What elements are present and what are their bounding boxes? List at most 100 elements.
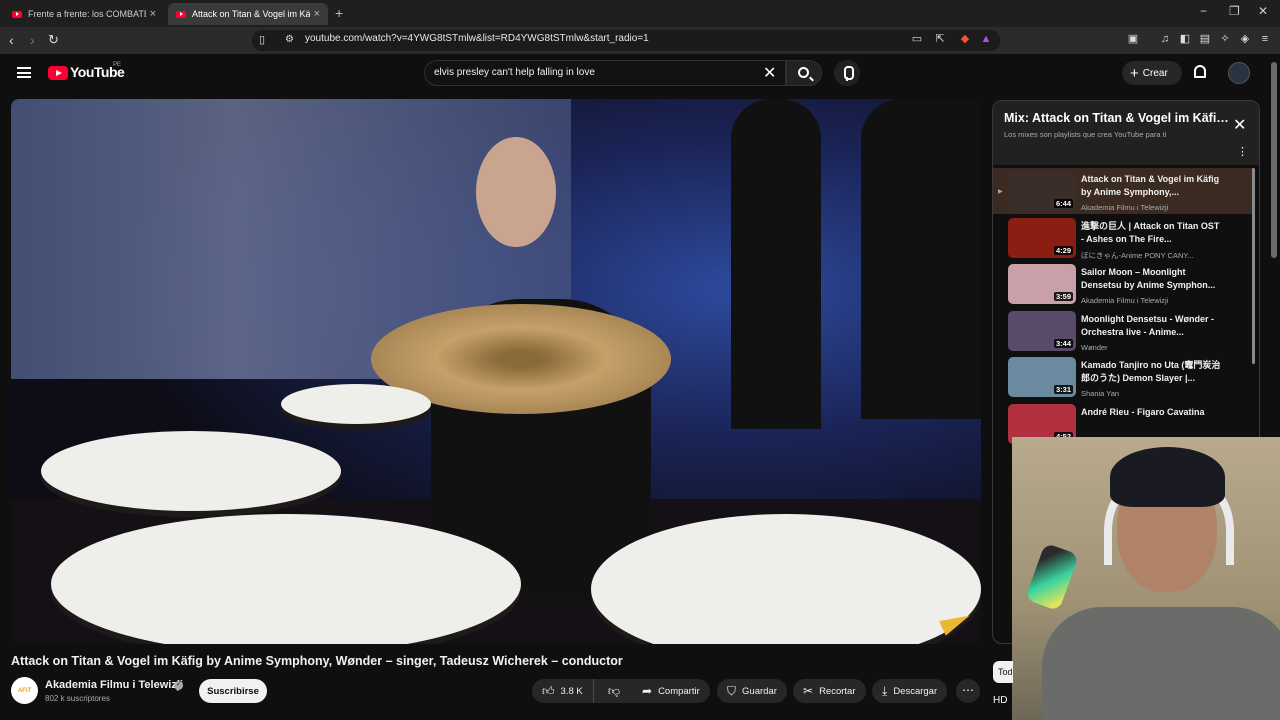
video-thumbnail[interactable]: 3:44 (1008, 310, 1076, 351)
like-count: 3.8 K (560, 685, 583, 697)
country-code: PE (113, 62, 122, 68)
account-avatar[interactable] (1228, 62, 1250, 84)
url-text[interactable]: youtube.com/watch?v=4YWG8tSTmlw&list=RD4… (305, 33, 649, 44)
more-actions-icon[interactable]: ⋯ (956, 679, 980, 703)
share-page-icon[interactable]: ⇱ (933, 32, 947, 46)
forward-icon[interactable]: › (30, 32, 35, 48)
clip-button[interactable]: ✂ Recortar (793, 679, 866, 703)
playlist-item[interactable]: 3:44 Moonlight Densetsu - Wønder - Orches… (993, 308, 1255, 354)
brave-shield-icon[interactable]: ◆ (958, 32, 972, 46)
playlist-item-title[interactable]: Kamado Tanjiro no Uta (竈門炭治郎のうた) Demon S… (1081, 359, 1221, 385)
search-button[interactable] (786, 60, 822, 86)
playlist-scrollbar[interactable] (1252, 168, 1255, 364)
share-icon: ➦ (642, 684, 653, 698)
playlist-item-title[interactable]: Attack on Titan & Vogel im Käfig by Anim… (1081, 173, 1221, 199)
back-icon[interactable]: ‹ (9, 32, 14, 48)
playlist-title[interactable]: Mix: Attack on Titan & Vogel im Käfig by… (1004, 111, 1229, 125)
playlist-header: Mix: Attack on Titan & Vogel im Käfig by… (993, 101, 1259, 165)
playlist-item-channel: Akademia Filmu i Telewizji (1081, 203, 1169, 212)
search-icon (798, 67, 809, 78)
close-playlist-icon[interactable]: ✕ (1233, 115, 1246, 135)
dislike-button[interactable]: 👎︎ (594, 679, 634, 703)
playlist-item[interactable]: 3:59 Sailor Moon – Moonlight Densetsu by … (993, 261, 1255, 307)
channel-name[interactable]: Akademia Filmu i Telewizji (45, 679, 183, 691)
search-query[interactable]: elvis presley can't help falling in love (434, 67, 595, 78)
subscriber-count: 802 k suscriptores (45, 694, 110, 703)
video-player[interactable] (11, 99, 981, 644)
create-button[interactable]: + Crear (1122, 61, 1182, 85)
video-thumbnail[interactable]: 6:44 (1008, 171, 1076, 211)
minimize-icon[interactable]: − (1200, 4, 1207, 18)
vpn-icon[interactable]: ◈ (1238, 32, 1252, 46)
video-duration: 4:29 (1053, 245, 1073, 255)
leo-ai-icon[interactable]: ✧ (1218, 32, 1232, 46)
create-label: Crear (1142, 67, 1168, 79)
cast-icon[interactable]: ▭ (910, 32, 924, 46)
clip-label: Recortar (819, 685, 856, 697)
video-duration: 6:44 (1053, 199, 1073, 208)
reload-icon[interactable]: ↻ (48, 32, 59, 48)
playlist-item[interactable]: 4:29 進撃の巨人 | Attack on Titan OST - Ashes … (993, 215, 1255, 261)
verified-icon: ✓ (174, 681, 183, 690)
playlist-item-title[interactable]: André Rieu - Figaro Cavatina (1081, 406, 1221, 419)
video-title: Attack on Titan & Vogel im Käfig by Anim… (11, 654, 623, 668)
playlist-item[interactable]: ▶ 6:44 Attack on Titan & Vogel im Käfig by… (993, 168, 1255, 214)
playlist-item-title[interactable]: Sailor Moon – Moonlight Densetsu by Anim… (1081, 266, 1221, 292)
voice-search-icon[interactable] (834, 60, 860, 86)
video-duration: 3:59 (1053, 292, 1073, 301)
playlist-menu-icon[interactable]: ⋮ (1237, 145, 1248, 158)
save-button[interactable]: ⛉ Guardar (717, 679, 787, 703)
partial-chip[interactable]: Tod (993, 661, 1013, 683)
share-label: Compartir (658, 685, 700, 697)
page-scrollbar[interactable] (1271, 62, 1277, 258)
thumbs-up-icon: 👍︎ (542, 683, 555, 698)
screenshot-icon[interactable]: ▣ (1126, 32, 1140, 46)
save-label: Guardar (742, 685, 777, 697)
hd-badge: HD (993, 695, 1008, 706)
close-window-icon[interactable]: ✕ (1258, 4, 1268, 18)
tab-label: Frente a frente: los COMBATES más (28, 9, 146, 19)
restore-icon[interactable]: ❐ (1229, 4, 1240, 18)
youtube-favicon-icon (176, 10, 186, 18)
download-icon: ⤓ (882, 683, 888, 698)
thumbs-down-icon: 👎︎ (607, 683, 621, 698)
share-button[interactable]: ➦ Compartir (632, 679, 710, 703)
subscribe-button[interactable]: Suscribirse (199, 679, 267, 703)
now-playing-icon: ▶ (998, 189, 1003, 195)
site-info-icon[interactable]: ⚙ (285, 34, 294, 45)
close-tab-icon[interactable]: × (314, 8, 320, 20)
playlist-item-title[interactable]: 進撃の巨人 | Attack on Titan OST - Ashes on T… (1081, 220, 1221, 246)
hamburger-menu-icon[interactable] (17, 67, 31, 78)
new-tab-icon[interactable]: + (335, 5, 343, 21)
browser-tab-active[interactable]: Attack on Titan & Vogel im Käfig × (168, 3, 328, 25)
like-button[interactable]: 👍︎ 3.8 K (532, 679, 594, 703)
close-tab-icon[interactable]: × (150, 8, 156, 20)
browser-menu-icon[interactable]: ≡ (1258, 32, 1272, 46)
youtube-logo-icon[interactable] (48, 66, 68, 80)
video-thumbnail[interactable]: 4:29 (1008, 217, 1076, 258)
playlist-item-channel: Akademia Filmu i Telewizji (1081, 296, 1169, 305)
video-thumbnail[interactable]: 3:31 (1008, 357, 1076, 397)
clear-search-icon[interactable]: ✕ (763, 63, 776, 83)
youtube-favicon-icon (12, 10, 22, 18)
playlist-item-channel: Shania Yan (1081, 389, 1120, 398)
download-label: Descargar (893, 685, 938, 697)
phone (1024, 542, 1080, 612)
plus-icon: + (1130, 64, 1139, 82)
playlist-item[interactable]: 3:31 Kamado Tanjiro no Uta (竈門炭治郎のうた) Dem… (993, 354, 1255, 400)
webcam-overlay (1012, 437, 1280, 720)
notifications-bell-icon[interactable] (1194, 65, 1206, 78)
rewards-icon[interactable]: ▲ (979, 32, 993, 46)
sidebar-icon[interactable]: ◧ (1178, 32, 1192, 46)
playlist-item-channel: Wønder (1081, 342, 1108, 352)
download-button[interactable]: ⤓ Descargar (872, 679, 948, 703)
browser-tab[interactable]: Frente a frente: los COMBATES más × (4, 3, 164, 25)
video-duration: 3:31 (1053, 385, 1073, 394)
channel-avatar[interactable]: AFiT (11, 677, 38, 704)
wallet-icon[interactable]: ▤ (1198, 32, 1212, 46)
video-thumbnail[interactable]: 3:59 (1008, 264, 1076, 304)
playlist-item-title[interactable]: Moonlight Densetsu - Wønder - Orchestra … (1081, 313, 1221, 339)
music-icon[interactable]: ♫ (1158, 32, 1172, 46)
bookmark-icon[interactable]: ▯ (259, 33, 265, 46)
browser-tab-bar: Frente a frente: los COMBATES más × Atta… (0, 0, 1280, 27)
